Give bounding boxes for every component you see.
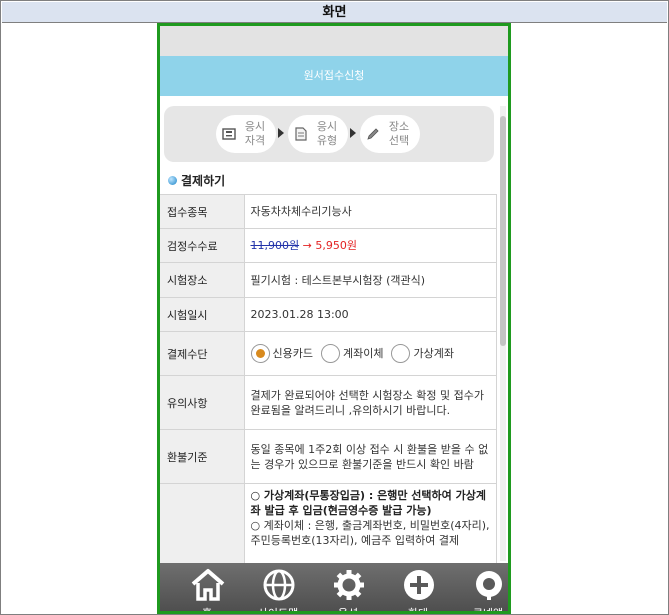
pencil-icon [367, 128, 379, 140]
radio-button[interactable] [320, 344, 340, 363]
table-row: 시험일시 2023.01.28 13:00 [160, 297, 497, 332]
nav-options[interactable]: 옵션 [313, 563, 383, 611]
payment-form-table: 접수종목 자동차차체수리기능사 검정수수료 11,900원 → 5,950원 시… [160, 194, 497, 611]
page-title: 원서접수신청 [160, 56, 508, 96]
step-type-line2: 유형 [316, 134, 338, 147]
guide-virtual-account: ○ 가상계좌(무통장입금) : 은행만 선택하여 가상계좌 발급 후 입금(현금… [250, 489, 486, 517]
status-bar [160, 26, 508, 56]
nav-zoom-label: 확대 [407, 607, 429, 614]
step-qualification[interactable]: 응시 자격 [216, 115, 276, 153]
radio-button[interactable] [391, 344, 411, 363]
pay-options: 신용카드 계좌이체 가상계좌 [243, 331, 497, 376]
plus-circle-icon [404, 570, 434, 600]
section-title-text: 결제하기 [181, 174, 226, 188]
table-row: 접수종목 자동차차체수리기능사 [160, 194, 497, 229]
step-indicator: 응시 자격 응시 유형 장소 선택 [164, 106, 494, 162]
document-icon [295, 127, 307, 141]
refund-label: 환불기준 [160, 429, 245, 484]
radio-virtual-account[interactable]: 가상계좌 [391, 344, 454, 363]
main-content: 응시 자격 응시 유형 장소 선택 결제하기 접수종목 자동차차체수리기능사 검… [160, 102, 508, 611]
pay-label: 결제수단 [160, 331, 245, 376]
nav-options-label: 옵션 [337, 607, 359, 614]
fee-new: 5,950원 [315, 239, 357, 252]
place-label: 시험장소 [160, 262, 245, 298]
nav-qnet-app[interactable]: 큐넷앱 [453, 563, 508, 614]
phone-screen: 원서접수신청 응시 자격 응시 유형 장소 선택 결제하기 접수종목 자동차차체… [157, 23, 511, 614]
nav-qnet-app-label: 큐넷앱 [472, 607, 504, 614]
globe-icon [263, 569, 295, 601]
step-qualification-line2: 자격 [244, 134, 266, 147]
table-row: 유의사항 결제가 완료되어야 선택한 시험장소 확정 및 접수가 완료됨을 알려… [160, 375, 497, 430]
bullet-icon [168, 176, 177, 185]
fee-cell: 11,900원 → 5,950원 [243, 228, 497, 263]
step-type[interactable]: 응시 유형 [288, 115, 348, 153]
date-value: 2023.01.28 13:00 [243, 297, 497, 332]
guide-transfer: ○ 계좌이체 : 은행, 출금계좌번호, 비밀번호(4자리), 주민등록번호(1… [250, 519, 490, 547]
fee-label: 검정수수료 [160, 228, 245, 263]
item-label: 접수종목 [160, 194, 245, 229]
scrollbar-thumb[interactable] [500, 116, 506, 346]
bottom-nav: 홈 사이트맵 옵션 확대 큐넷앱 [160, 563, 508, 611]
fee-arrow: → [302, 239, 312, 252]
table-row: 환불기준 동일 종목에 1주2회 이상 접수 시 환불을 받을 수 없는 경우가… [160, 429, 497, 484]
step-arrow [278, 128, 284, 138]
step-type-line1: 응시 [316, 120, 338, 133]
document-frame: 화면 원서접수신청 응시 자격 응시 유형 장소 선택 결제하기 접수종목 자동… [0, 0, 669, 615]
nav-sitemap[interactable]: 사이트맵 [243, 563, 313, 611]
table-row: 시험장소 필기시험 : 테스트본부시험장 (객관식) [160, 262, 497, 298]
radio-transfer[interactable]: 계좌이체 [320, 344, 384, 363]
date-label: 시험일시 [160, 297, 245, 332]
table-row: 검정수수료 11,900원 → 5,950원 [160, 228, 497, 263]
step-arrow [350, 128, 356, 138]
caption-header: 화면 [2, 2, 667, 23]
item-value: 자동차차체수리기능사 [243, 194, 497, 229]
id-card-icon [222, 128, 236, 140]
nav-sitemap-label: 사이트맵 [257, 607, 299, 614]
radio-transfer-label: 계좌이체 [342, 346, 384, 360]
step-qualification-line1: 응시 [244, 120, 266, 133]
scrollbar[interactable] [500, 106, 506, 561]
refund-value: 동일 종목에 1주2회 이상 접수 시 환불을 받을 수 없는 경우가 있으므로… [243, 429, 497, 484]
step-place[interactable]: 장소 선택 [360, 115, 420, 153]
nav-zoom[interactable]: 확대 [383, 563, 453, 611]
nav-home[interactable]: 홈 [172, 563, 242, 611]
notice-label: 유의사항 [160, 375, 245, 430]
radio-button-selected[interactable] [250, 344, 270, 363]
radio-credit-card[interactable]: 신용카드 [250, 344, 313, 363]
table-row: 결제수단 신용카드 계좌이체 가상계좌 [160, 331, 497, 376]
step-place-line2: 선택 [388, 134, 410, 147]
gear-icon [334, 570, 364, 600]
section-title: 결제하기 [168, 172, 225, 189]
radio-credit-card-label: 신용카드 [272, 346, 313, 360]
radio-virtual-account-label: 가상계좌 [413, 346, 454, 360]
fee-old: 11,900원 [250, 239, 300, 252]
step-place-line1: 장소 [388, 120, 410, 133]
q-logo-icon [476, 571, 502, 600]
notice-value: 결제가 완료되어야 선택한 시험장소 확정 및 접수가 완료됨을 알려드리니 ,… [243, 375, 497, 430]
home-icon [191, 569, 225, 601]
place-value: 필기시험 : 테스트본부시험장 (객관식) [243, 262, 497, 298]
nav-home-label: 홈 [201, 607, 213, 614]
